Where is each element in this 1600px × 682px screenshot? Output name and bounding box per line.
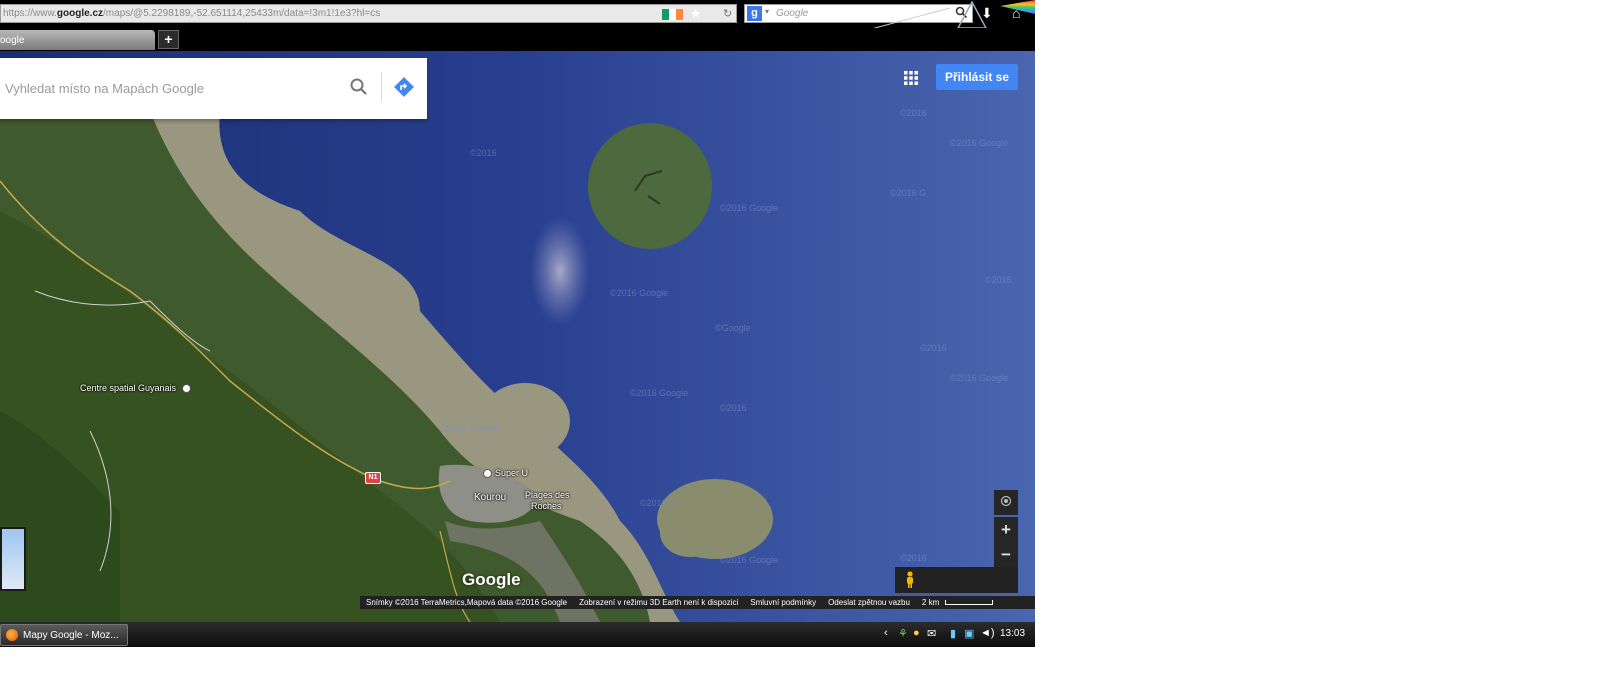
road-shield-n1: N1	[365, 472, 381, 484]
taskbar-window-title: Mapy Google - Moz...	[23, 630, 119, 641]
address-bar[interactable]: https://www.google.cz/maps/@5.2298189,-5…	[0, 4, 737, 23]
earth-unavailable-note: Zobrazení v režimu 3D Earth není k dispo…	[579, 598, 739, 607]
svg-text:©2016 Go: ©2016 Go	[640, 498, 681, 508]
label-beach-line2[interactable]: Roches	[531, 501, 562, 511]
terms-link[interactable]: Smluvní podmínky	[750, 598, 816, 607]
svg-text:©2016 Google: ©2016 Google	[440, 423, 498, 433]
directions-icon[interactable]	[393, 76, 415, 98]
scale-bar	[945, 600, 994, 605]
zoom-out-button[interactable]: −	[994, 542, 1018, 567]
feedback-link[interactable]: Odeslat zpětnou vazbu	[828, 598, 910, 607]
svg-text:©2016 Google: ©2016 Google	[720, 203, 778, 213]
attribution-bar: Snímky ©2016 TerraMetrics,Mapová data ©2…	[360, 596, 1035, 609]
tray-monitor-icon[interactable]: ▣	[964, 627, 974, 640]
scale-label: 2 km	[921, 598, 940, 607]
svg-text:©2016: ©2016	[470, 148, 497, 158]
pegman-icon[interactable]	[905, 571, 915, 589]
tray-mail-icon[interactable]: ✉	[927, 627, 936, 640]
home-icon[interactable]: ⌂	[1012, 5, 1020, 21]
my-location-button[interactable]	[994, 490, 1018, 515]
tab-strip: oogle +	[0, 28, 1035, 51]
google-search-badge-icon[interactable]: g	[747, 6, 762, 21]
svg-text:©2016 Google: ©2016 Google	[610, 288, 668, 298]
satellite-map[interactable]: ©2016 ©2016 Google ©2016 Google ©2016 ©201…	[0, 51, 1035, 622]
label-kourou[interactable]: Kourou	[474, 492, 506, 503]
svg-text:©2016: ©2016	[900, 108, 927, 118]
map-imagery: ©2016 ©2016 Google ©2016 Google ©2016 ©201…	[0, 51, 1035, 622]
search-divider	[381, 72, 382, 102]
tray-expand-icon[interactable]: ‹	[884, 627, 888, 639]
label-beach-line1[interactable]: Plages des	[525, 490, 570, 500]
firefox-icon	[6, 629, 18, 641]
label-space-center[interactable]: Centre spatial Guyanais	[80, 383, 176, 393]
earth-view-thumbnail[interactable]	[0, 527, 26, 591]
location-target-icon	[1000, 495, 1012, 507]
imagery-credit: Snímky ©2016 TerraMetrics,Mapová data ©2…	[366, 598, 568, 607]
scale-indicator[interactable]: 2 km	[922, 598, 999, 607]
label-super-u[interactable]: Super U	[495, 468, 528, 478]
apps-grid-icon[interactable]	[903, 70, 919, 86]
google-logo: Google	[462, 570, 521, 589]
tray-security-icon[interactable]: ●	[913, 627, 920, 639]
taskbar-clock[interactable]: 13:03	[1000, 628, 1025, 639]
svg-text:©2016 Google: ©2016 Google	[950, 138, 1008, 148]
svg-text:©2016: ©2016	[720, 403, 747, 413]
tab-google-maps[interactable]: oogle	[0, 30, 155, 50]
browser-screen: https://www.google.cz/maps/@5.2298189,-5…	[0, 0, 1035, 647]
svg-text:©2016 Google: ©2016 Google	[630, 388, 688, 398]
svg-text:©2016 Google: ©2016 Google	[950, 373, 1008, 383]
svg-text:©2016 Google: ©2016 Google	[720, 555, 778, 565]
zoom-in-button[interactable]: +	[994, 517, 1018, 542]
ireland-flag-icon	[662, 9, 683, 20]
taskbar-item-firefox[interactable]: Mapy Google - Moz...	[0, 624, 128, 646]
reload-icon[interactable]: ↻	[723, 7, 732, 20]
chevron-down-icon[interactable]: ▾	[765, 7, 769, 16]
sign-in-button[interactable]: Přihlásit se	[936, 64, 1018, 90]
tray-device-icon[interactable]: ▮	[950, 627, 956, 640]
street-view-control[interactable]	[895, 567, 1018, 593]
place-pin-icon[interactable]	[182, 384, 191, 393]
svg-text:©Google: ©Google	[715, 323, 751, 333]
download-icon[interactable]: ⬇	[981, 5, 993, 22]
url-text[interactable]: https://www.google.cz/maps/@5.2298189,-5…	[3, 8, 380, 19]
search-icon[interactable]	[348, 76, 370, 98]
star-icon[interactable]: ★	[690, 6, 702, 22]
new-tab-button[interactable]: +	[158, 30, 179, 49]
shopping-pin-icon[interactable]	[483, 469, 492, 478]
tab-title: oogle	[0, 35, 25, 46]
maps-search-input[interactable]	[0, 58, 340, 119]
tray-network-icon[interactable]: ⚘	[898, 627, 908, 640]
svg-text:©2016: ©2016	[985, 275, 1012, 285]
maps-search-box	[0, 58, 427, 119]
svg-text:©2016: ©2016	[900, 553, 927, 563]
tray-volume-icon[interactable]: ◄)	[980, 627, 995, 639]
os-taskbar: Mapy Google - Moz...	[0, 622, 1035, 647]
svg-text:©2016 G: ©2016 G	[890, 188, 926, 198]
svg-text:©2016: ©2016	[920, 343, 947, 353]
